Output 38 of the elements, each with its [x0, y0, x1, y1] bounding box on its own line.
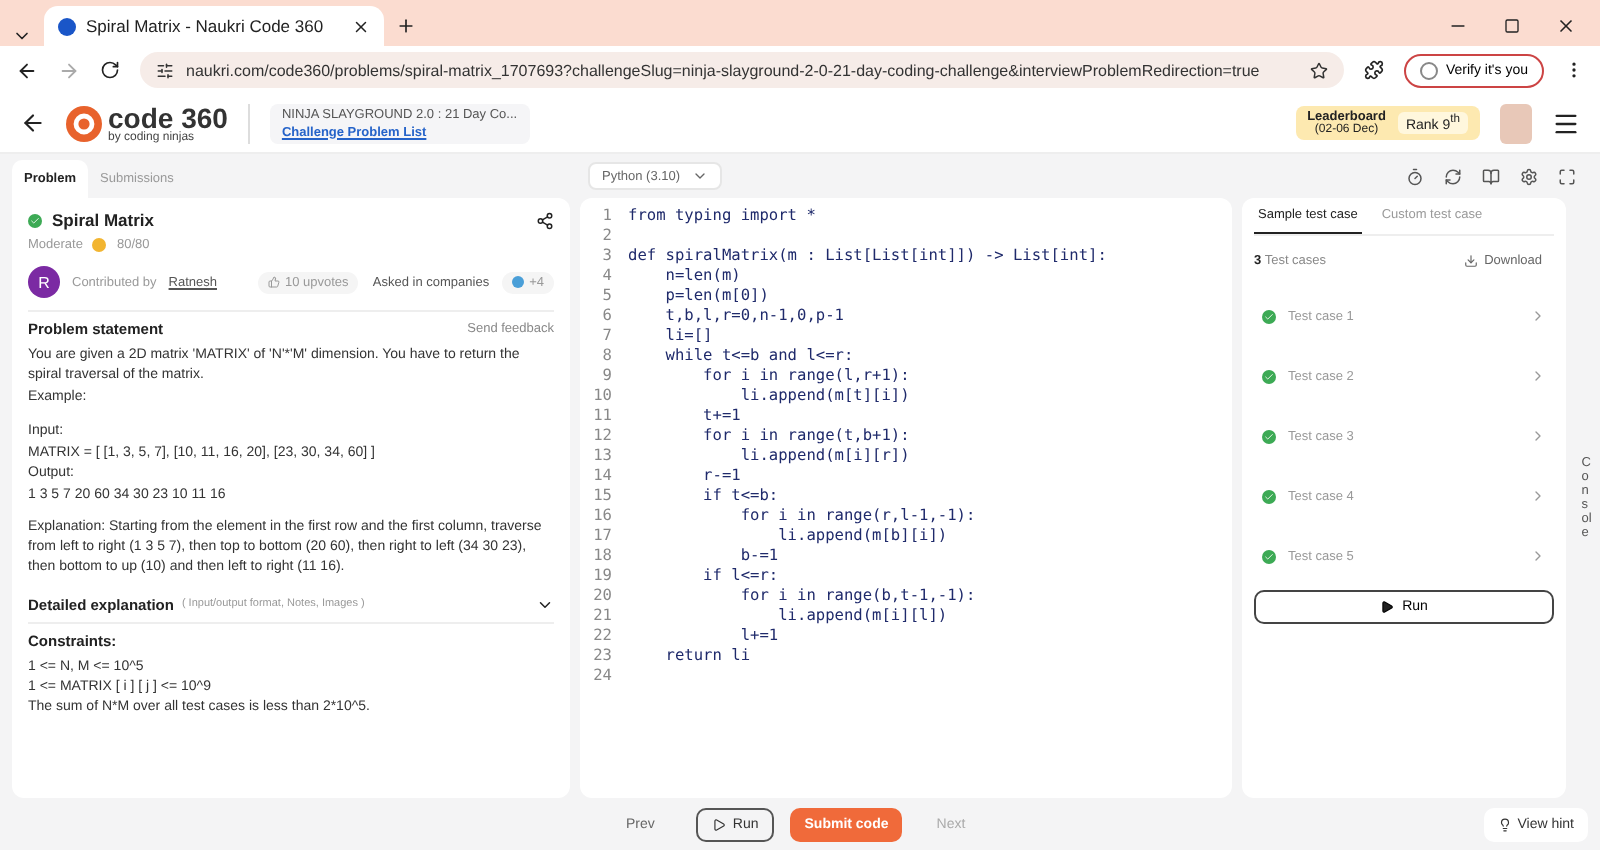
thumbs-up-icon: [267, 276, 279, 288]
chevron-icon: [1530, 548, 1546, 564]
lightbulb-icon: [1497, 817, 1512, 831]
logo-icon: [66, 105, 102, 141]
chevron-icon: [1530, 308, 1546, 324]
fullscreen-icon: [1558, 167, 1576, 185]
timer-icon: [1406, 167, 1424, 185]
notes-icon: [1482, 167, 1500, 185]
address-bar[interactable]: naukri.com/code360/problems/spiral-matrix_1707693?challengeSlug=ninja-slayground-2-0-21-day-coding-challenge&interviewProblemRedirection=true: [140, 52, 1344, 88]
close-icon[interactable]: [352, 17, 370, 35]
reload-icon: [100, 60, 120, 80]
back-icon: [16, 59, 38, 81]
coin-icon: [92, 238, 107, 252]
share-icon[interactable]: [536, 211, 554, 229]
extensions-icon: [1363, 60, 1384, 80]
author-avatar: R: [28, 266, 60, 298]
chevron-icon: [1530, 428, 1546, 444]
menu-icon: [1552, 109, 1580, 137]
new-tab-icon[interactable]: [396, 16, 416, 36]
site-icon: [58, 17, 76, 35]
problem-title: Spiral Matrix: [52, 210, 155, 230]
play-icon: [1380, 600, 1395, 614]
browser-tab[interactable]: Spiral Matrix - Naukri Code 360: [44, 6, 384, 46]
logo-text: code 360: [108, 103, 228, 131]
back-icon: [20, 110, 46, 136]
bookmark-icon: [1309, 61, 1328, 79]
download-icon: [1464, 254, 1479, 268]
maximize-icon: [1504, 18, 1520, 34]
chevron-icon: [1530, 368, 1546, 384]
forward-icon: [58, 59, 80, 81]
chevron-icon: [1530, 488, 1546, 504]
caret-icon: [692, 168, 709, 184]
site-settings-icon: [156, 61, 174, 79]
reset-icon: [1444, 167, 1462, 185]
play-icon: [712, 817, 727, 831]
circle-icon: [1419, 61, 1438, 79]
close-icon: [1556, 16, 1576, 36]
settings-icon: [1520, 167, 1538, 185]
